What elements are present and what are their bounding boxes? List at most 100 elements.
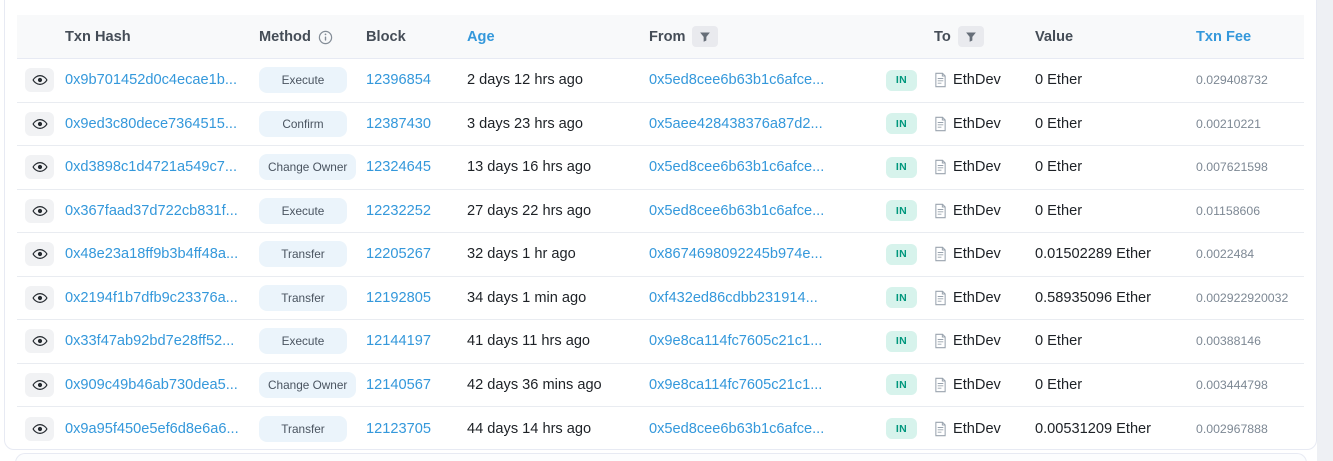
txn-hash-cell: 0x48e23a18ff9b3b4ff48a... <box>65 246 259 262</box>
txn-fee-cell: 0.002922920032 <box>1196 291 1304 305</box>
header-method: Method <box>259 29 366 45</box>
txn-hash-link[interactable]: 0x33f47ab92bd7e28ff52... <box>65 333 234 349</box>
direction-cell: IN <box>886 200 934 221</box>
txn-fee-cell: 0.003444798 <box>1196 378 1304 392</box>
to-name-link[interactable]: EthDev <box>953 116 1001 132</box>
row-action-cell <box>17 286 65 310</box>
method-badge: Transfer <box>259 416 347 442</box>
eye-button[interactable] <box>25 112 54 136</box>
to-name-link[interactable]: EthDev <box>953 333 1001 349</box>
txn-hash-link[interactable]: 0x9b701452d0c4ecae1b... <box>65 72 237 88</box>
age-cell: 2 days 12 hrs ago <box>467 72 649 88</box>
to-name-link[interactable]: EthDev <box>953 246 1001 262</box>
method-cell: Transfer <box>259 416 366 442</box>
from-address-link[interactable]: 0x5ed8cee6b63b1c6afce... <box>649 72 824 88</box>
txn-hash-link[interactable]: 0x9ed3c80dece7364515... <box>65 116 237 132</box>
block-link[interactable]: 12144197 <box>366 333 431 349</box>
table-header-row: Txn Hash Method Block Age From <box>17 15 1304 59</box>
txn-fee-cell: 0.029408732 <box>1196 73 1304 87</box>
to-name-link[interactable]: EthDev <box>953 421 1001 437</box>
block-cell: 12192805 <box>366 290 467 306</box>
direction-cell: IN <box>886 287 934 308</box>
from-address-link[interactable]: 0x8674698092245b974e... <box>649 246 823 262</box>
txn-hash-link[interactable]: 0x48e23a18ff9b3b4ff48a... <box>65 246 238 262</box>
txn-fee-cell: 0.00210221 <box>1196 117 1304 131</box>
eye-icon <box>32 246 48 262</box>
value-text: 0 Ether <box>1035 333 1082 349</box>
from-filter-button[interactable] <box>692 26 718 47</box>
direction-badge: IN <box>886 70 917 91</box>
info-icon[interactable] <box>318 30 333 45</box>
txn-hash-cell: 0x9ed3c80dece7364515... <box>65 116 259 132</box>
header-txn-hash: Txn Hash <box>65 29 259 45</box>
from-cell: 0x8674698092245b974e... <box>649 246 886 262</box>
value-cell: 0 Ether <box>1035 377 1196 393</box>
eye-button[interactable] <box>25 199 54 223</box>
from-cell: 0x5ed8cee6b63b1c6afce... <box>649 72 886 88</box>
to-name-link[interactable]: EthDev <box>953 290 1001 306</box>
table-row: 0x9b701452d0c4ecae1b... Execute 12396854… <box>17 59 1304 103</box>
table-body: 0x9b701452d0c4ecae1b... Execute 12396854… <box>17 59 1304 450</box>
value-text: 0.58935096 Ether <box>1035 290 1151 306</box>
txn-hash-link[interactable]: 0xd3898c1d4721a549c7... <box>65 159 237 175</box>
block-link[interactable]: 12324645 <box>366 159 431 175</box>
to-cell: EthDev <box>934 203 1035 219</box>
block-link[interactable]: 12140567 <box>366 377 431 393</box>
to-name-link[interactable]: EthDev <box>953 377 1001 393</box>
from-address-link[interactable]: 0x9e8ca114fc7605c21c1... <box>649 377 822 393</box>
eye-button[interactable] <box>25 155 54 179</box>
header-txn-fee: Txn Fee <box>1196 29 1304 45</box>
eye-icon <box>32 203 48 219</box>
header-value: Value <box>1035 29 1196 45</box>
txn-hash-link[interactable]: 0x909c49b46ab730dea5... <box>65 377 238 393</box>
from-address-link[interactable]: 0x5ed8cee6b63b1c6afce... <box>649 421 824 437</box>
header-method-label: Method <box>259 29 311 45</box>
method-badge: Execute <box>259 198 347 224</box>
block-link[interactable]: 12205267 <box>366 246 431 262</box>
to-name-link[interactable]: EthDev <box>953 203 1001 219</box>
txn-hash-cell: 0x367faad37d722cb831f... <box>65 203 259 219</box>
row-action-cell <box>17 417 65 441</box>
eye-button[interactable] <box>25 417 54 441</box>
method-cell: Change Owner <box>259 372 366 398</box>
eye-button[interactable] <box>25 68 54 92</box>
to-cell: EthDev <box>934 72 1035 88</box>
to-name-link[interactable]: EthDev <box>953 159 1001 175</box>
from-cell: 0x5ed8cee6b63b1c6afce... <box>649 159 886 175</box>
eye-button[interactable] <box>25 286 54 310</box>
txn-hash-link[interactable]: 0x9a95f450e5ef6d8e6a6... <box>65 421 239 437</box>
header-txn-fee-sort-link[interactable]: Txn Fee <box>1196 29 1251 45</box>
from-address-link[interactable]: 0x5ed8cee6b63b1c6afce... <box>649 159 824 175</box>
eye-button[interactable] <box>25 242 54 266</box>
header-age-sort-link[interactable]: Age <box>467 29 495 45</box>
block-link[interactable]: 12387430 <box>366 116 431 132</box>
eye-icon <box>32 72 48 88</box>
block-link[interactable]: 12396854 <box>366 72 431 88</box>
direction-cell: IN <box>886 113 934 134</box>
age-cell: 42 days 36 mins ago <box>467 377 649 393</box>
eye-button[interactable] <box>25 373 54 397</box>
from-address-link[interactable]: 0x5ed8cee6b63b1c6afce... <box>649 203 824 219</box>
block-link[interactable]: 12232252 <box>366 203 431 219</box>
value-cell: 0 Ether <box>1035 116 1196 132</box>
block-link[interactable]: 12123705 <box>366 421 431 437</box>
from-address-link[interactable]: 0x9e8ca114fc7605c21c1... <box>649 333 822 349</box>
age-cell: 13 days 16 hrs ago <box>467 159 649 175</box>
document-icon <box>934 377 947 393</box>
from-address-link[interactable]: 0xf432ed86cdbb231914... <box>649 290 818 306</box>
document-icon <box>934 333 947 349</box>
block-link[interactable]: 12192805 <box>366 290 431 306</box>
from-address-link[interactable]: 0x5aee428438376a87d2... <box>649 116 823 132</box>
eye-button[interactable] <box>25 329 54 353</box>
value-text: 0.00531209 Ether <box>1035 421 1151 437</box>
value-cell: 0 Ether <box>1035 203 1196 219</box>
eye-icon <box>32 377 48 393</box>
to-filter-button[interactable] <box>958 26 984 47</box>
direction-badge: IN <box>886 418 917 439</box>
to-name-link[interactable]: EthDev <box>953 72 1001 88</box>
table-row: 0x2194f1b7dfb9c23376a... Transfer 121928… <box>17 277 1304 321</box>
direction-badge: IN <box>886 374 917 395</box>
table-row: 0x33f47ab92bd7e28ff52... Execute 1214419… <box>17 320 1304 364</box>
txn-hash-link[interactable]: 0x2194f1b7dfb9c23376a... <box>65 290 238 306</box>
txn-hash-link[interactable]: 0x367faad37d722cb831f... <box>65 203 238 219</box>
